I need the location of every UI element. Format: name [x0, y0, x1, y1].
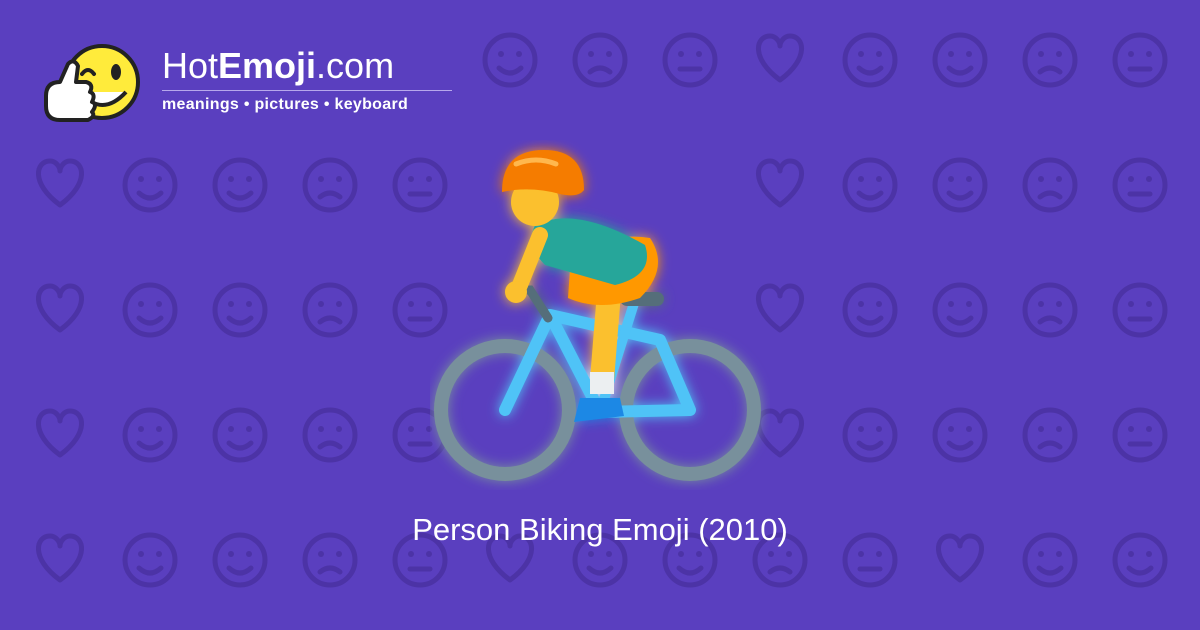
pattern-emoji-outline: [212, 157, 268, 213]
thumbs-up-winking-face-icon: [44, 44, 140, 122]
pattern-emoji-outline: [122, 407, 178, 463]
pattern-emoji-outline: [1112, 157, 1168, 213]
pattern-emoji-outline: [1022, 157, 1078, 213]
pattern-emoji-outline: [36, 283, 84, 333]
pattern-emoji-outline: [756, 33, 804, 83]
pattern-emoji-outline: [36, 158, 84, 208]
hero-emoji: [430, 140, 770, 490]
pattern-emoji-outline: [932, 32, 988, 88]
pattern-emoji-outline: [482, 32, 538, 88]
pattern-emoji-outline: [122, 282, 178, 338]
brand-divider: [162, 90, 452, 91]
emoji-caption: Person Biking Emoji (2010): [412, 512, 788, 547]
pattern-emoji-outline: [212, 407, 268, 463]
pattern-emoji-outline: [662, 32, 718, 88]
pattern-emoji-outline: [842, 157, 898, 213]
pattern-emoji-outline: [36, 408, 84, 458]
pattern-emoji-outline: [122, 157, 178, 213]
pattern-emoji-outline: [842, 32, 898, 88]
pattern-emoji-outline: [1112, 32, 1168, 88]
brand-name-part-2: .com: [316, 45, 395, 86]
pattern-emoji-outline: [932, 282, 988, 338]
pattern-emoji-outline: [842, 282, 898, 338]
pattern-emoji-outline: [1022, 32, 1078, 88]
pattern-emoji-outline: [302, 282, 358, 338]
pattern-emoji-outline: [1022, 407, 1078, 463]
brand-name-part-1: Hot: [162, 45, 219, 86]
pattern-emoji-outline: [212, 282, 268, 338]
pattern-emoji-outline: [1022, 282, 1078, 338]
brand-name: HotEmoji.com: [162, 46, 394, 86]
pattern-emoji-outline: [302, 407, 358, 463]
pattern-emoji-outline: [932, 407, 988, 463]
pattern-emoji-outline: [302, 157, 358, 213]
pattern-emoji-outline: [1112, 407, 1168, 463]
pattern-emoji-outline: [572, 32, 628, 88]
pattern-emoji-outline: [1112, 282, 1168, 338]
pattern-emoji-outline: [932, 157, 988, 213]
person-biking-icon: [434, 150, 761, 481]
brand-name-bold: Emoji: [218, 45, 317, 86]
brand-logo[interactable]: HotEmoji.com meanings • pictures • keybo…: [38, 34, 458, 134]
pattern-emoji-outline: [842, 407, 898, 463]
brand-tagline: meanings • pictures • keyboard: [162, 96, 409, 113]
